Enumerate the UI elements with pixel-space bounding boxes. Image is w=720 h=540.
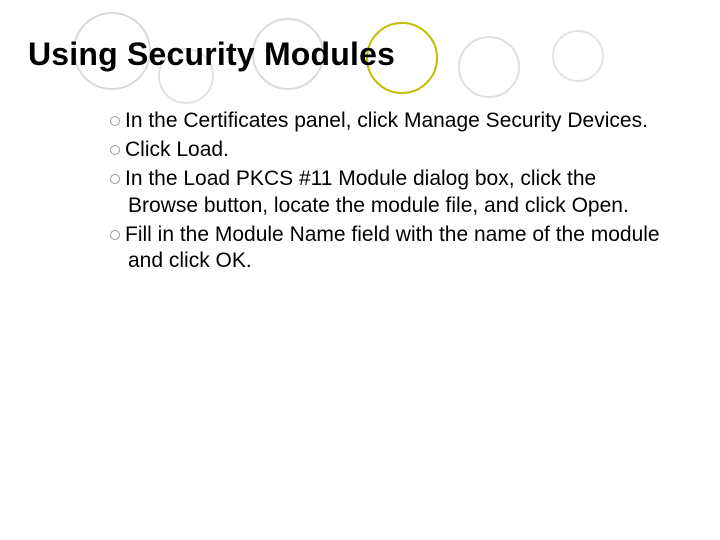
list-item-text: Fill in the Module Name field with the n… <box>125 223 660 273</box>
list-item-text: Click Load. <box>125 138 229 161</box>
bullet-icon <box>110 174 120 184</box>
bullet-icon <box>110 230 120 240</box>
list-item: Click Load. <box>110 137 670 164</box>
circle-decoration <box>552 30 604 82</box>
list-item-text: In the Load PKCS #11 Module dialog box, … <box>125 167 629 217</box>
slide-body: In the Certificates panel, click Manage … <box>110 108 670 277</box>
bullet-icon <box>110 116 120 126</box>
bullet-icon <box>110 145 120 155</box>
list-item-text: In the Certificates panel, click Manage … <box>125 109 648 132</box>
list-item: Fill in the Module Name field with the n… <box>110 222 670 276</box>
list-item: In the Load PKCS #11 Module dialog box, … <box>110 166 670 220</box>
list-item: In the Certificates panel, click Manage … <box>110 108 670 135</box>
circle-decoration <box>458 36 520 98</box>
slide-title: Using Security Modules <box>28 36 395 73</box>
